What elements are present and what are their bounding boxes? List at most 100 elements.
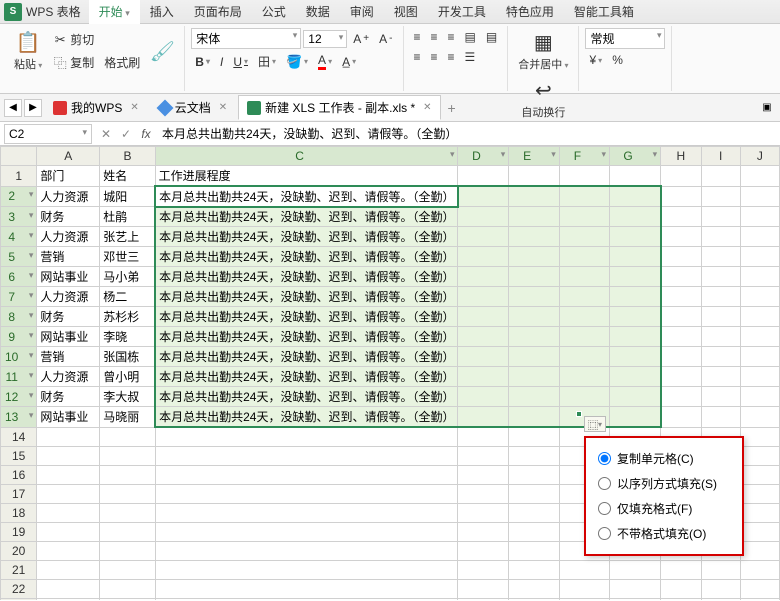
cell-H6[interactable]: [661, 267, 701, 287]
cell-B9[interactable]: 李晓: [100, 327, 155, 347]
cell-I8[interactable]: [701, 307, 740, 327]
cell-G4[interactable]: [610, 227, 661, 247]
cell-F21[interactable]: [559, 560, 609, 579]
cell-A16[interactable]: [37, 465, 100, 484]
row-header-6[interactable]: 6: [1, 267, 37, 287]
cell-A9[interactable]: 网站事业: [37, 327, 100, 347]
cell-E11[interactable]: [509, 367, 560, 387]
cell-J7[interactable]: [740, 287, 779, 307]
cell-J21[interactable]: [740, 560, 779, 579]
cell-D14[interactable]: [458, 427, 509, 446]
nav-next[interactable]: ▶: [24, 99, 42, 117]
cell-B15[interactable]: [100, 446, 155, 465]
cell-B8[interactable]: 苏杉杉: [100, 307, 155, 327]
cell-A22[interactable]: [37, 579, 100, 598]
cell-B22[interactable]: [100, 579, 155, 598]
cell-C6[interactable]: 本月总共出勤共24天，没缺勤、迟到、请假等。（全勤）: [155, 267, 458, 287]
col-header-J[interactable]: J: [740, 147, 779, 166]
cell-C2[interactable]: 本月总共出勤共24天，没缺勤、迟到、请假等。（全勤）: [155, 186, 458, 207]
cell-E15[interactable]: [509, 446, 560, 465]
cell-B4[interactable]: 张艺上: [100, 227, 155, 247]
cell-D23[interactable]: [458, 598, 509, 600]
fill-option-no-format[interactable]: 不带格式填充(O): [592, 521, 736, 546]
cell-J4[interactable]: [740, 227, 779, 247]
cell-G21[interactable]: [610, 560, 661, 579]
cell-I1[interactable]: [701, 166, 740, 187]
cell-D15[interactable]: [458, 446, 509, 465]
cell-B11[interactable]: 曾小明: [100, 367, 155, 387]
cell-D3[interactable]: [458, 207, 509, 227]
paste-button[interactable]: 📋 粘贴: [10, 28, 46, 74]
col-header-I[interactable]: I: [701, 147, 740, 166]
cell-E14[interactable]: [509, 427, 560, 446]
cell-J23[interactable]: [740, 598, 779, 600]
decrease-font[interactable]: A-: [375, 30, 396, 48]
cell-B2[interactable]: 城阳: [100, 186, 155, 207]
border-button[interactable]: 田: [254, 51, 280, 72]
confirm-button[interactable]: ✓: [116, 127, 136, 141]
cell-J3[interactable]: [740, 207, 779, 227]
menu-tab-6[interactable]: 视图: [384, 0, 428, 24]
cell-F8[interactable]: [559, 307, 609, 327]
cell-I13[interactable]: [701, 407, 740, 428]
cell-E9[interactable]: [509, 327, 560, 347]
menu-tab-7[interactable]: 开发工具: [428, 0, 496, 24]
cell-G1[interactable]: [610, 166, 661, 187]
cell-G2[interactable]: [610, 186, 661, 207]
fill-color-button[interactable]: 🪣: [282, 52, 312, 72]
merge-center-button[interactable]: ▦ 合并居中: [514, 28, 572, 74]
cell-J11[interactable]: [740, 367, 779, 387]
menu-tab-8[interactable]: 特色应用: [496, 0, 564, 24]
cell-J15[interactable]: [740, 446, 779, 465]
cell-E2[interactable]: [509, 186, 560, 207]
cell-G23[interactable]: [610, 598, 661, 600]
distribute[interactable]: ☰: [461, 48, 480, 66]
cell-A12[interactable]: 财务: [37, 387, 100, 407]
col-header-H[interactable]: H: [661, 147, 701, 166]
phonetic-button[interactable]: A̲: [338, 53, 360, 71]
row-header-23[interactable]: 23: [1, 598, 37, 600]
cell-I23[interactable]: [701, 598, 740, 600]
cell-E23[interactable]: [509, 598, 560, 600]
cell-C15[interactable]: [155, 446, 458, 465]
align-right[interactable]: ≡: [444, 48, 459, 66]
cell-reference[interactable]: C2: [4, 124, 92, 144]
cell-J10[interactable]: [740, 347, 779, 367]
cell-A15[interactable]: [37, 446, 100, 465]
cell-I11[interactable]: [701, 367, 740, 387]
cell-C10[interactable]: 本月总共出勤共24天，没缺勤、迟到、请假等。（全勤）: [155, 347, 458, 367]
menu-tab-1[interactable]: 插入: [140, 0, 184, 24]
col-header-A[interactable]: A: [37, 147, 100, 166]
cell-I3[interactable]: [701, 207, 740, 227]
cell-H3[interactable]: [661, 207, 701, 227]
row-header-11[interactable]: 11: [1, 367, 37, 387]
italic-button[interactable]: I: [216, 53, 227, 71]
cell-A11[interactable]: 人力资源: [37, 367, 100, 387]
cell-I9[interactable]: [701, 327, 740, 347]
cell-D8[interactable]: [458, 307, 509, 327]
cancel-button[interactable]: ✕: [96, 127, 116, 141]
cell-J17[interactable]: [740, 484, 779, 503]
cell-I2[interactable]: [701, 186, 740, 207]
row-header-8[interactable]: 8: [1, 307, 37, 327]
cell-C3[interactable]: 本月总共出勤共24天，没缺勤、迟到、请假等。（全勤）: [155, 207, 458, 227]
row-header-10[interactable]: 10: [1, 347, 37, 367]
cell-G6[interactable]: [610, 267, 661, 287]
cell-D10[interactable]: [458, 347, 509, 367]
cell-I12[interactable]: [701, 387, 740, 407]
cell-E12[interactable]: [509, 387, 560, 407]
new-tab[interactable]: +: [443, 99, 461, 117]
cell-E16[interactable]: [509, 465, 560, 484]
cell-C11[interactable]: 本月总共出勤共24天，没缺勤、迟到、请假等。（全勤）: [155, 367, 458, 387]
cell-H13[interactable]: [661, 407, 701, 428]
cell-G12[interactable]: [610, 387, 661, 407]
cell-B3[interactable]: 杜鹃: [100, 207, 155, 227]
cell-A18[interactable]: [37, 503, 100, 522]
row-header-22[interactable]: 22: [1, 579, 37, 598]
cell-F11[interactable]: [559, 367, 609, 387]
close-icon[interactable]: ✕: [423, 102, 431, 113]
cell-E8[interactable]: [509, 307, 560, 327]
cell-A17[interactable]: [37, 484, 100, 503]
cell-J22[interactable]: [740, 579, 779, 598]
cell-H1[interactable]: [661, 166, 701, 187]
